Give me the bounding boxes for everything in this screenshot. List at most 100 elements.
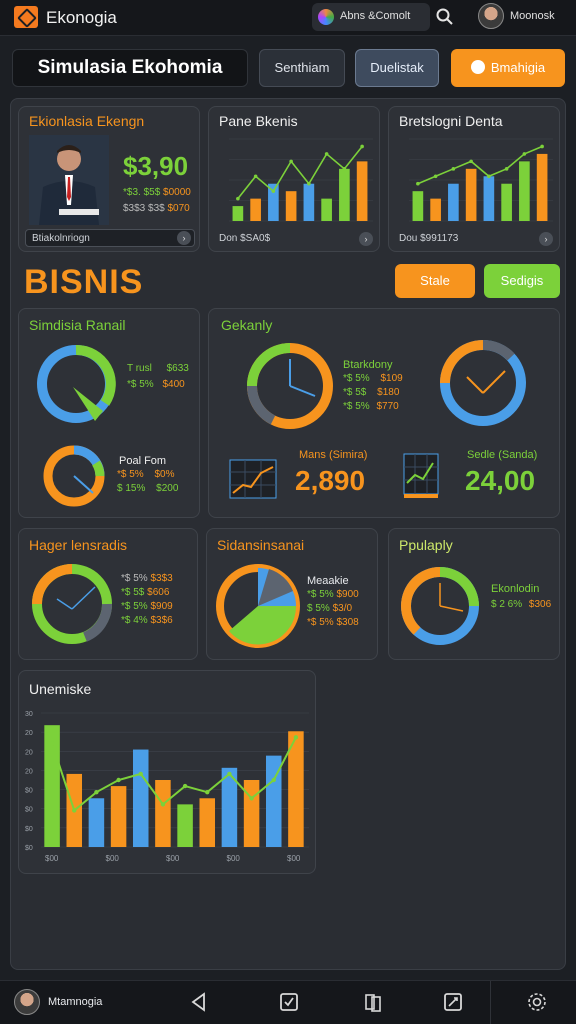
hager-row-3-label: *$ 5% (121, 601, 148, 612)
trend-point (205, 789, 210, 795)
trend-point (540, 144, 544, 149)
trend-point (249, 796, 254, 801)
x-tick-label: $00 (45, 854, 59, 863)
bretslogni-card[interactable]: Bretslogni Denta Dou $991173 › (388, 106, 560, 252)
pane-bkenis-title: Pane Bkenis (219, 113, 298, 129)
simdisia-card[interactable]: Simdisia Ranail T rusl $633 *$ 5% $400 P… (18, 308, 200, 518)
trend-point (253, 174, 258, 179)
chevron-right-icon[interactable]: › (539, 232, 553, 246)
sidans-legend-title: Meaakie (307, 575, 349, 587)
trend-point (522, 152, 527, 156)
bar-chart-icon (403, 453, 439, 498)
unemiske-chart: 30 20 20 20 $0 $0 $0 $0 $00 $00 $00 $00 $00 (25, 711, 309, 863)
poal-fom-row-1: *$ 5% $0% (117, 469, 174, 480)
hager-row-4: *$ 4% $3$6 (121, 615, 173, 626)
profile-avatar[interactable] (14, 989, 40, 1015)
hager-donut (32, 564, 113, 644)
pane-bkenis-chart (229, 138, 373, 222)
bar (536, 153, 548, 221)
y-tick-label: 20 (25, 749, 33, 756)
presenter-card[interactable]: Ekionlasia Ekengn $3,90 *$3. $5$ $0000 $… (18, 106, 200, 252)
stale-button[interactable]: Stale (395, 264, 475, 298)
page-title: Simulasia Ekohomia (12, 49, 248, 87)
app-title: Ekonogia (46, 8, 117, 27)
y-tick-label: 20 (25, 768, 33, 775)
gekanly-row-2: *$ 5$ $180 (343, 387, 399, 398)
hager-row-2-value: $606 (147, 587, 170, 598)
sidans-row-2-label: $ 5% (307, 603, 330, 614)
trend-point (138, 771, 143, 777)
hager-row-2: *$ 5$ $606 (121, 587, 169, 598)
y-tick-label: 20 (25, 730, 33, 737)
sidans-title: Sidansinsanai (217, 537, 305, 553)
search-icon[interactable] (434, 6, 456, 28)
hager-row-4-label: *$ 4% (121, 615, 148, 626)
senthiam-button[interactable]: Senthiam (259, 49, 345, 87)
trend-point (289, 159, 293, 164)
bar (110, 786, 127, 847)
nav-profile-label: Mtamnogia (48, 996, 103, 1008)
gekanly-row-3-value: $770 (376, 401, 399, 412)
back-icon[interactable] (188, 991, 210, 1013)
presenter-row-2-value: $070 (167, 203, 190, 214)
checkbox-icon[interactable] (278, 991, 300, 1013)
ppulaply-title: Ppulaply (399, 537, 453, 553)
hager-card[interactable]: Hager lensradis *$ 5% $3$3 *$ 5$ $606 *$… (18, 528, 198, 660)
bar (465, 168, 477, 221)
presenter-footer[interactable]: Btiakolnriogn › (25, 229, 195, 247)
presenter-row-2: $3$3 $3$ $070 (123, 203, 190, 214)
bmahigia-button[interactable]: Bmahigia (451, 49, 565, 87)
sidans-row-1: *$ 5% $900 (307, 589, 359, 600)
sidans-row-2-value: $3/0 (332, 603, 353, 614)
bar (250, 198, 261, 221)
duelistak-button[interactable]: Duelistak (355, 49, 439, 87)
trend-point (416, 181, 420, 186)
user-avatar[interactable] (478, 3, 504, 29)
presenter-row-1: *$3. $5$ $0000 (123, 187, 191, 198)
trend-point (451, 167, 456, 171)
bar (155, 780, 171, 847)
trend-point (342, 167, 347, 171)
gekanly-donut-1 (247, 343, 333, 429)
ppulaply-row-label: $ 2 6% (491, 599, 523, 610)
pane-bkenis-footer: Don $SA0$ (219, 233, 271, 244)
bar (448, 183, 459, 221)
hager-row-2-label: *$ 5$ (121, 587, 145, 598)
account-chip[interactable]: Abns &Comolt (312, 3, 430, 31)
section-title: BISNIS (24, 263, 144, 301)
trend-point (307, 181, 311, 186)
gekanly-card[interactable]: Gekanly Btarkdony *$ 5% $109 *$ 5$ $180 … (208, 308, 560, 518)
trend-point (504, 167, 509, 171)
trend-point (469, 159, 473, 164)
chevron-right-icon[interactable]: › (177, 231, 191, 245)
simdisia-row-2-value: $400 (162, 379, 185, 390)
presenter-big-value: $3,90 (123, 151, 189, 181)
simdisia-row-1: T rusl $633 (127, 363, 189, 374)
bar (321, 198, 332, 221)
pane-bkenis-card[interactable]: Pane Bkenis Don $SA0$ › (208, 106, 380, 252)
sidans-row-2: $ 5% $3/0 (307, 603, 352, 614)
pages-icon[interactable] (362, 991, 384, 1013)
bar (339, 168, 350, 221)
presenter-footer-label: Btiakolnriogn (32, 233, 90, 244)
unemiske-title: Unemiske (29, 681, 92, 697)
bretslogni-chart (409, 138, 553, 222)
gekanly-row-1: *$ 5% $109 (343, 373, 403, 384)
hager-row-3: *$ 5% $909 (121, 601, 173, 612)
simdisia-donut (37, 344, 116, 423)
gekanly-row-2-label: *$ 5$ (343, 387, 367, 398)
ppulaply-card[interactable]: Ppulaply Ekonlodin $ 2 6% $306 (388, 528, 560, 660)
app-logo-icon[interactable] (14, 6, 38, 28)
sedigis-button[interactable]: Sedigis (484, 264, 560, 298)
ppulaply-row: $ 2 6% $306 (491, 599, 551, 610)
edit-icon[interactable] (442, 991, 464, 1013)
sidans-card[interactable]: Sidansinsanai Meaakie *$ 5% $900 $ 5% $3… (206, 528, 378, 660)
unemiske-card[interactable]: Unemiske 30 20 20 20 $0 $0 $0 $0 $00 $00 $00 $00 $00 (18, 670, 316, 874)
top-bar: Ekonogia Abns &Comolt Moonosk (0, 0, 576, 36)
trend-point (433, 174, 438, 179)
bar (199, 798, 216, 847)
settings-icon[interactable] (526, 991, 548, 1013)
simdisia-row-1-value: $633 (166, 363, 189, 374)
chevron-right-icon[interactable]: › (359, 232, 373, 246)
bar (412, 191, 424, 221)
